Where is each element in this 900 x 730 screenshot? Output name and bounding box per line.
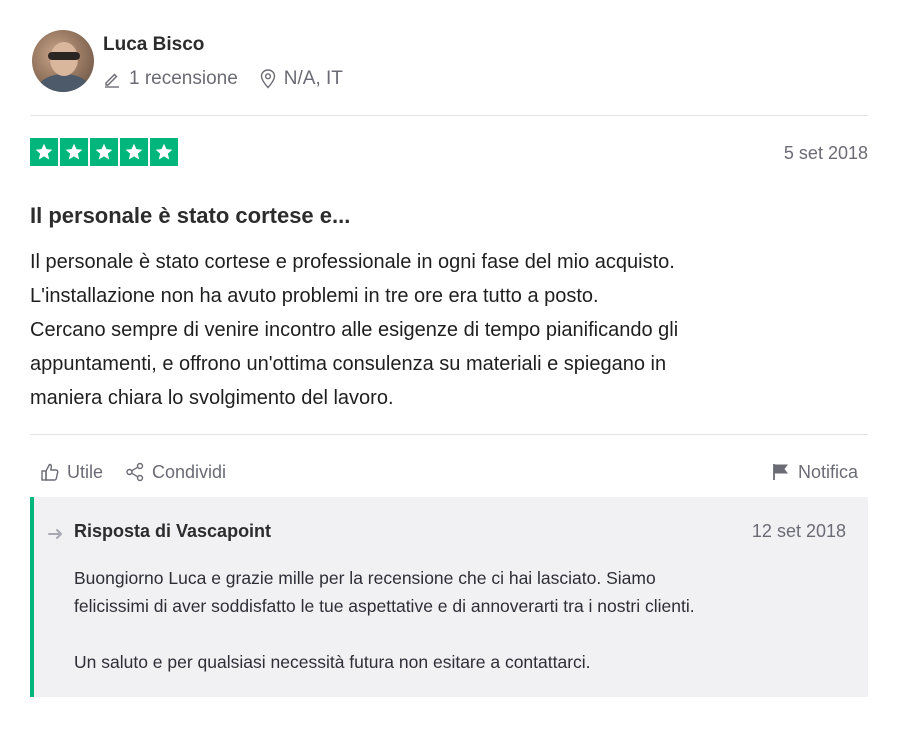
- share-icon: [126, 462, 144, 482]
- reviewer-location-label: N/A, IT: [283, 68, 343, 89]
- divider: [30, 115, 868, 116]
- useful-button[interactable]: Utile: [40, 462, 103, 483]
- useful-label: Utile: [67, 461, 104, 482]
- reply-line: felicissimi di aver soddisfatto le tue a…: [74, 596, 695, 616]
- reviewer-name[interactable]: Luca Bisco: [103, 34, 204, 56]
- reply-paragraph: Buongiorno Luca e grazie mille per la re…: [74, 564, 854, 620]
- reviewer-location: N/A, IT: [260, 68, 343, 90]
- thumbs-up-icon: [41, 463, 59, 481]
- review-body: Il personale è stato cortese e professio…: [30, 245, 868, 415]
- reply-date: 12 set 2018: [751, 521, 846, 541]
- reply-line: Buongiorno Luca e grazie mille per la re…: [74, 568, 656, 588]
- review-count: 1 recensione: [103, 68, 238, 90]
- share-button[interactable]: Condividi: [125, 462, 226, 483]
- reply-body: Buongiorno Luca e grazie mille per la re…: [74, 564, 854, 676]
- reply-author: Risposta di Vascapoint: [74, 521, 272, 541]
- review-date: 5 set 2018: [783, 143, 868, 163]
- star-icon: [120, 138, 148, 166]
- star-icon: [30, 138, 58, 166]
- review-body-line: appuntamenti, e offrono un'ottima consul…: [30, 353, 667, 375]
- star-rating: [30, 138, 180, 166]
- report-button[interactable]: Notifica: [771, 462, 858, 483]
- review-actions: Utile Condividi Notifica: [40, 458, 858, 486]
- star-icon: [150, 138, 178, 166]
- location-pin-icon: [260, 69, 275, 89]
- review-body-line: Cercano sempre di venire incontro alle e…: [30, 319, 679, 341]
- review-title[interactable]: Il personale è stato cortese e...: [30, 203, 350, 229]
- review-count-label: 1 recensione: [129, 68, 238, 89]
- company-reply: Risposta di Vascapoint 12 set 2018 Buong…: [30, 497, 868, 697]
- divider: [30, 434, 868, 435]
- reply-arrow-icon: [48, 529, 62, 539]
- review-body-line: maniera chiara lo svolgimento del lavoro…: [30, 387, 394, 409]
- reviewer-meta: 1 recensione N/A, IT: [103, 68, 343, 90]
- review-body-line: L'installazione non ha avuto problemi in…: [30, 285, 599, 307]
- flag-icon: [773, 464, 788, 480]
- report-label: Notifica: [797, 461, 858, 482]
- avatar[interactable]: [32, 30, 94, 92]
- share-label: Condividi: [152, 461, 227, 482]
- review-card: Luca Bisco 1 recensione N/A, IT 5 set 20…: [30, 0, 868, 730]
- star-icon: [90, 138, 118, 166]
- review-body-line: Il personale è stato cortese e professio…: [30, 251, 675, 273]
- pencil-icon: [105, 73, 119, 88]
- reply-paragraph: Un saluto e per qualsiasi necessità futu…: [74, 652, 591, 672]
- star-icon: [60, 138, 88, 166]
